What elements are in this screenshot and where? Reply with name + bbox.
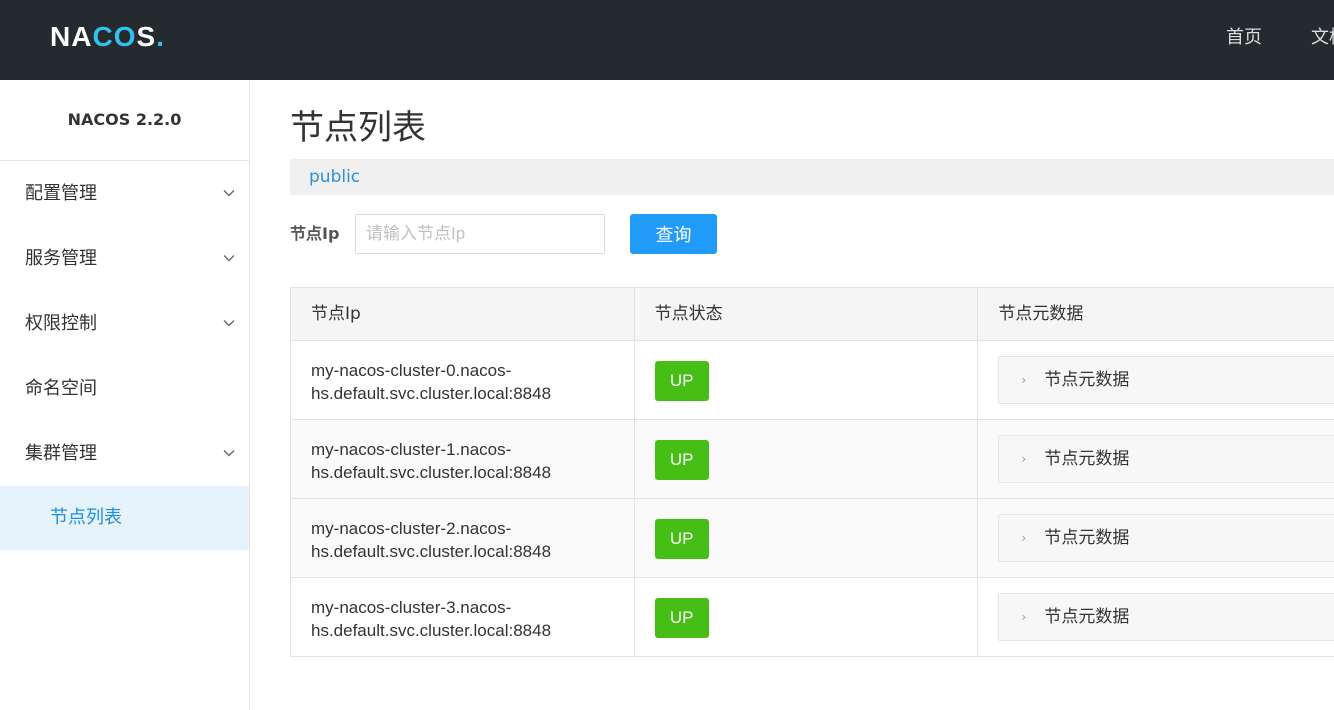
column-header-node-metadata: 节点元数据	[998, 304, 1084, 324]
sidebar-item-access-control[interactable]: 权限控制	[0, 291, 249, 356]
node-status-cell: UP	[635, 578, 979, 656]
node-ip-cell: my-nacos-cluster-2.nacos- hs.default.svc…	[291, 499, 635, 577]
page-title: 节点列表	[290, 108, 426, 148]
node-ip-cell: my-nacos-cluster-0.nacos- hs.default.svc…	[291, 341, 635, 419]
chevron-right-icon: ›	[1021, 531, 1027, 545]
sidebar-item-label: 集群管理	[25, 443, 97, 464]
sidebar-version-title: NACOS 2.2.0	[0, 80, 249, 161]
metadata-collapse[interactable]: › 节点元数据	[998, 514, 1334, 562]
chevron-down-icon	[223, 320, 235, 327]
chevron-down-icon	[223, 190, 235, 197]
metadata-collapse[interactable]: › 节点元数据	[998, 356, 1334, 404]
column-header-node-status: 节点状态	[635, 288, 979, 340]
table-header: 节点Ip 节点状态 节点元数据	[291, 288, 1334, 341]
chevron-down-icon	[223, 450, 235, 457]
node-ip-cell: my-nacos-cluster-3.nacos- hs.default.svc…	[291, 578, 635, 656]
node-status-cell: UP	[635, 420, 979, 498]
sidebar-item-service-management[interactable]: 服务管理	[0, 226, 249, 291]
node-ip-cell: my-nacos-cluster-1.nacos- hs.default.svc…	[291, 420, 635, 498]
node-table: 节点Ip 节点状态 节点元数据 my-nacos-cluster-0.nacos…	[290, 287, 1334, 657]
sidebar-item-cluster-management[interactable]: 集群管理	[0, 421, 249, 486]
nav-docs-link[interactable]: 文档	[1311, 26, 1334, 50]
nav-home-link[interactable]: 首页	[1226, 26, 1262, 50]
table-row: my-nacos-cluster-3.nacos- hs.default.svc…	[291, 578, 1334, 657]
chevron-down-icon	[223, 255, 235, 262]
node-status-cell: UP	[635, 341, 979, 419]
namespace-public-link[interactable]: public	[309, 166, 360, 188]
table-row: my-nacos-cluster-1.nacos- hs.default.svc…	[291, 420, 1334, 499]
sidebar-item-label: 服务管理	[25, 248, 97, 269]
node-metadata-cell: › 节点元数据	[978, 420, 1334, 498]
chevron-right-icon: ›	[1021, 373, 1027, 387]
metadata-collapse[interactable]: › 节点元数据	[998, 593, 1334, 641]
sidebar-item-label: 命名空间	[25, 378, 97, 399]
node-status-cell: UP	[635, 499, 979, 577]
sidebar-item-namespace[interactable]: 命名空间	[0, 356, 249, 421]
node-ip-label: 节点Ip	[290, 224, 340, 243]
top-header: NACOS. 首页 文档	[0, 0, 1334, 80]
sidebar-item-node-list[interactable]: 节点列表	[0, 486, 249, 550]
node-ip-search-input[interactable]	[355, 214, 605, 254]
table-row: my-nacos-cluster-2.nacos- hs.default.svc…	[291, 499, 1334, 578]
node-metadata-cell: › 节点元数据	[978, 578, 1334, 656]
chevron-right-icon: ›	[1021, 610, 1027, 624]
status-badge: UP	[654, 440, 709, 480]
nacos-logo[interactable]: NACOS.	[50, 22, 165, 52]
status-badge: UP	[654, 598, 709, 638]
sidebar-item-label: 权限控制	[25, 313, 97, 334]
status-badge: UP	[654, 519, 709, 559]
node-metadata-cell: › 节点元数据	[978, 341, 1334, 419]
main-content: 节点列表 public 节点Ip 查询 节点Ip 节点状态 节点元数据 my-n…	[250, 80, 1334, 710]
metadata-label: 节点元数据	[1044, 528, 1130, 548]
sidebar-item-label: 配置管理	[25, 183, 97, 204]
metadata-label: 节点元数据	[1044, 370, 1130, 390]
node-metadata-cell: › 节点元数据	[978, 499, 1334, 577]
table-row: my-nacos-cluster-0.nacos- hs.default.svc…	[291, 341, 1334, 420]
chevron-right-icon: ›	[1021, 452, 1027, 466]
metadata-label: 节点元数据	[1044, 607, 1130, 627]
column-header-node-ip: 节点Ip	[291, 288, 635, 340]
query-button[interactable]: 查询	[630, 214, 717, 254]
metadata-label: 节点元数据	[1044, 449, 1130, 469]
sidebar-item-config-management[interactable]: 配置管理	[0, 161, 249, 226]
status-badge: UP	[654, 361, 709, 401]
namespace-bar: public	[290, 159, 1334, 195]
sidebar: NACOS 2.2.0 配置管理 服务管理 权限控制 命名空间 集群管理 节点列…	[0, 80, 250, 710]
metadata-collapse[interactable]: › 节点元数据	[998, 435, 1334, 483]
